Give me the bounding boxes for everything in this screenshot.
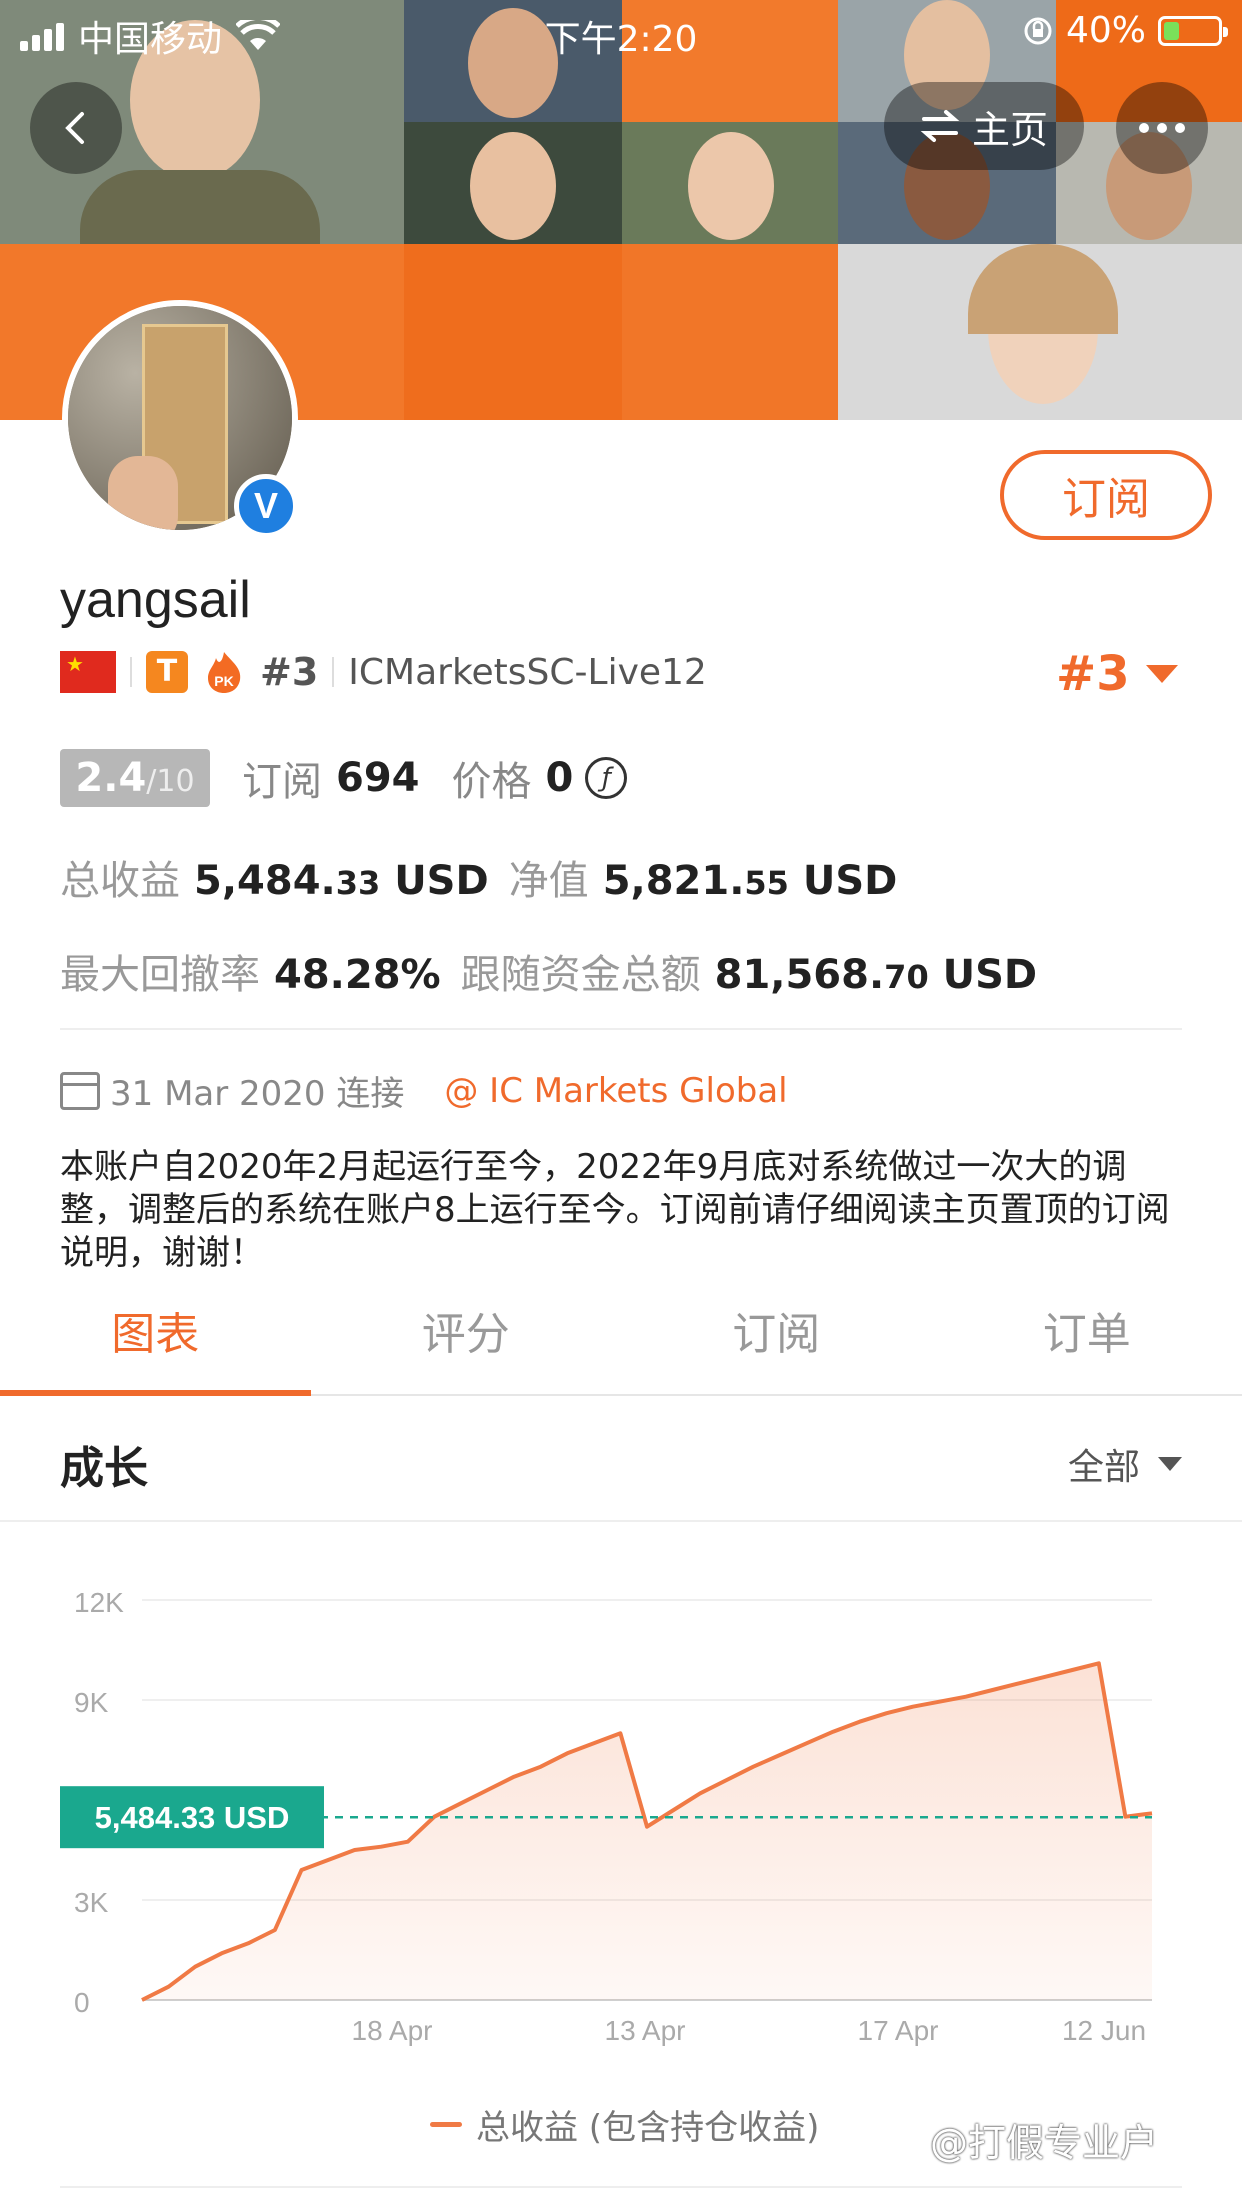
equity-label: 净值	[508, 858, 589, 904]
stats-row: 2.4 /10 订阅 694 价格 0 ƒ	[60, 748, 628, 808]
divider	[130, 657, 132, 687]
y-tick-label: 12K	[74, 1587, 124, 1618]
tab-bar: 图表 评分 订阅 订单	[0, 1300, 1242, 1396]
more-button[interactable]	[1116, 82, 1208, 174]
current-value-label: 5,484.33 USD	[95, 1800, 290, 1835]
caret-down-icon	[1158, 1457, 1182, 1471]
price-value: 0	[545, 755, 574, 801]
caret-down-icon	[1145, 665, 1178, 683]
calendar-icon	[60, 1071, 100, 1110]
member-photo	[404, 122, 622, 244]
battery-percent: 40%	[1065, 10, 1146, 51]
broker-link[interactable]: @ IC Markets Global	[444, 1071, 787, 1111]
pk-flame-icon: PK	[208, 652, 241, 693]
equity-value: 5,821.55 USD	[602, 858, 898, 904]
drawdown-row: 最大回撤率 48.28% 跟随资金总额 81,568.70 USD	[60, 942, 1037, 1002]
range-label: 全部	[1067, 1447, 1140, 1488]
follow-funds-label: 跟随资金总额	[460, 952, 701, 998]
connect-date: 31 Mar 2020 连接	[110, 1074, 405, 1114]
tab-chart[interactable]: 图表	[0, 1300, 311, 1396]
y-tick-label: 9K	[74, 1687, 109, 1718]
t-badge-icon: T	[146, 651, 188, 693]
x-tick-label: 18 Apr	[352, 2015, 433, 2046]
subscribers-label: 订阅	[242, 759, 322, 805]
score-suffix: /10	[146, 764, 195, 799]
trader-meta: ★ T PK #3 ICMarketsSC-Live12	[60, 648, 707, 696]
verified-badge-icon: V	[234, 474, 298, 538]
connection-row: 31 Mar 2020 连接 @ IC Markets Global	[60, 1066, 788, 1115]
home-button[interactable]: 主页	[884, 82, 1084, 170]
rank-big-label: #3	[1056, 646, 1130, 702]
rank-small: #3	[260, 650, 319, 694]
x-tick-label: 12 Jun	[1062, 2015, 1146, 2046]
max-drawdown-label: 最大回撤率	[60, 952, 260, 998]
legend-label: 总收益 (包含持仓收益)	[476, 2108, 820, 2148]
tab-orders[interactable]: 订单	[932, 1300, 1242, 1394]
growth-section-header: 成长 全部	[0, 1398, 1242, 1522]
watermark: @打假专业户	[930, 2121, 1159, 2165]
back-button[interactable]	[30, 82, 122, 174]
y-tick-label: 0	[74, 1987, 90, 2018]
account-description: 本账户自2020年2月起运行至今，2022年9月底对系统做过一次大的调整，调整后…	[60, 1147, 1170, 1273]
x-tick-label: 13 Apr	[605, 2015, 686, 2046]
score-value: 2.4	[75, 755, 147, 801]
y-tick-label: 3K	[74, 1887, 109, 1918]
rank-dropdown[interactable]: #3	[1056, 646, 1178, 702]
home-label: 主页	[971, 107, 1048, 152]
divider	[332, 657, 335, 687]
range-select[interactable]: 全部	[1068, 1438, 1182, 1490]
price-label: 价格	[451, 759, 532, 805]
growth-chart: 12K 9K 3K 0 18 Apr 13 Apr 17 Apr 12 Jun 5,484.3…	[60, 1587, 1153, 2046]
username: yangsail	[60, 571, 251, 629]
total-profit-value: 5,484.33 USD	[194, 858, 489, 904]
coin-icon: ƒ	[585, 757, 628, 799]
status-bar: 中国移动 下午2:20 40%	[0, 0, 1242, 62]
score-badge: 2.4 /10	[60, 749, 210, 807]
pk-badge-label: PK	[214, 673, 233, 689]
tab-rating[interactable]: 评分	[311, 1300, 622, 1394]
china-flag-icon: ★	[60, 651, 116, 693]
total-profit-label: 总收益	[60, 858, 180, 904]
member-photo	[838, 244, 1242, 420]
max-drawdown-value: 48.28%	[274, 952, 441, 998]
divider	[60, 2186, 1182, 2188]
follow-funds-value: 81,568.70 USD	[714, 952, 1038, 998]
subscribers-value: 694	[336, 755, 420, 801]
server-name: ICMarketsSC-Live12	[348, 651, 707, 693]
x-tick-label: 17 Apr	[858, 2015, 939, 2046]
profit-row: 总收益 5,484.33 USD 净值 5,821.55 USD	[60, 848, 897, 908]
tab-subscription[interactable]: 订阅	[621, 1300, 932, 1394]
chart-legend: 总收益 (包含持仓收益)	[430, 2100, 819, 2149]
section-title: 成长	[60, 1443, 148, 1494]
legend-swatch	[430, 2122, 462, 2127]
orientation-lock-icon	[1024, 17, 1052, 44]
battery-icon	[1158, 15, 1228, 46]
switch-icon	[920, 110, 960, 142]
more-icon	[1139, 123, 1149, 133]
chevron-left-icon	[65, 112, 84, 144]
member-photo	[622, 122, 838, 244]
subscribe-button[interactable]: 订阅	[1000, 450, 1212, 540]
divider	[60, 1028, 1182, 1030]
